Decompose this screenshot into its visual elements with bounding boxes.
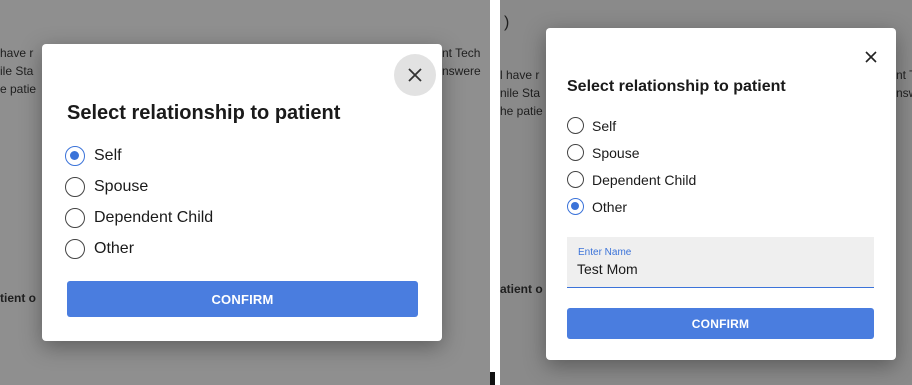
radio-icon[interactable] <box>567 171 584 188</box>
radio-icon[interactable] <box>65 238 85 259</box>
option-label: Self <box>94 146 122 164</box>
relationship-options: Self Spouse Dependent Child Other <box>65 140 213 264</box>
option-dependent-child[interactable]: Dependent Child <box>65 202 213 233</box>
background-text: he patie <box>500 104 543 118</box>
option-label: Spouse <box>592 144 640 161</box>
background-text: nile Sta <box>500 86 541 100</box>
background-text: tient o <box>0 291 36 305</box>
option-label: Dependent Child <box>94 208 214 226</box>
dialog-title: Select relationship to patient <box>567 78 786 95</box>
background-text: have r <box>0 46 34 60</box>
background-text: nt Tech <box>442 46 481 60</box>
background-text: ) <box>504 14 510 31</box>
option-label: Dependent Child <box>592 171 697 188</box>
option-other[interactable]: Other <box>567 193 696 220</box>
background-text: nsw <box>896 86 912 100</box>
option-label: Other <box>94 239 135 257</box>
option-self[interactable]: Self <box>65 140 213 171</box>
radio-icon[interactable] <box>65 207 85 228</box>
close-button[interactable] <box>858 44 884 70</box>
option-dependent-child[interactable]: Dependent Child <box>567 166 696 193</box>
option-other[interactable]: Other <box>65 233 213 264</box>
close-button[interactable] <box>394 54 436 96</box>
background-text: nswere <box>442 64 481 78</box>
option-spouse[interactable]: Spouse <box>65 171 213 202</box>
name-field[interactable]: Enter Name <box>567 237 874 288</box>
background-text: l have r <box>500 68 540 82</box>
close-icon <box>865 51 877 63</box>
background-text: nt T <box>896 68 912 82</box>
radio-icon[interactable] <box>567 117 584 134</box>
confirm-button[interactable]: CONFIRM <box>567 308 874 339</box>
background-text: atient o <box>500 282 543 296</box>
close-icon <box>408 68 422 82</box>
dialog-title: Select relationship to patient <box>67 102 341 124</box>
radio-icon[interactable] <box>65 145 85 166</box>
option-spouse[interactable]: Spouse <box>567 139 696 166</box>
option-label: Spouse <box>94 177 149 195</box>
option-label: Self <box>592 117 617 134</box>
radio-icon[interactable] <box>567 198 584 215</box>
relationship-dialog: Select relationship to patient Self Spou… <box>42 44 442 341</box>
left-screen: have r ile Sta e patie nt Tech nswere ti… <box>0 0 490 385</box>
name-input[interactable] <box>577 261 857 277</box>
divider-mark <box>490 372 495 385</box>
name-field-label: Enter Name <box>578 247 632 258</box>
relationship-dialog: Select relationship to patient Self Spou… <box>546 28 896 360</box>
background-text: ile Sta <box>0 64 34 78</box>
option-label: Other <box>592 198 628 215</box>
confirm-button[interactable]: CONFIRM <box>67 281 418 317</box>
relationship-options: Self Spouse Dependent Child Other <box>567 112 696 220</box>
radio-icon[interactable] <box>65 176 85 197</box>
radio-icon[interactable] <box>567 144 584 161</box>
option-self[interactable]: Self <box>567 112 696 139</box>
background-text: e patie <box>0 82 37 96</box>
right-screen: ) l have r nile Sta he patie nt T nsw at… <box>500 0 912 385</box>
